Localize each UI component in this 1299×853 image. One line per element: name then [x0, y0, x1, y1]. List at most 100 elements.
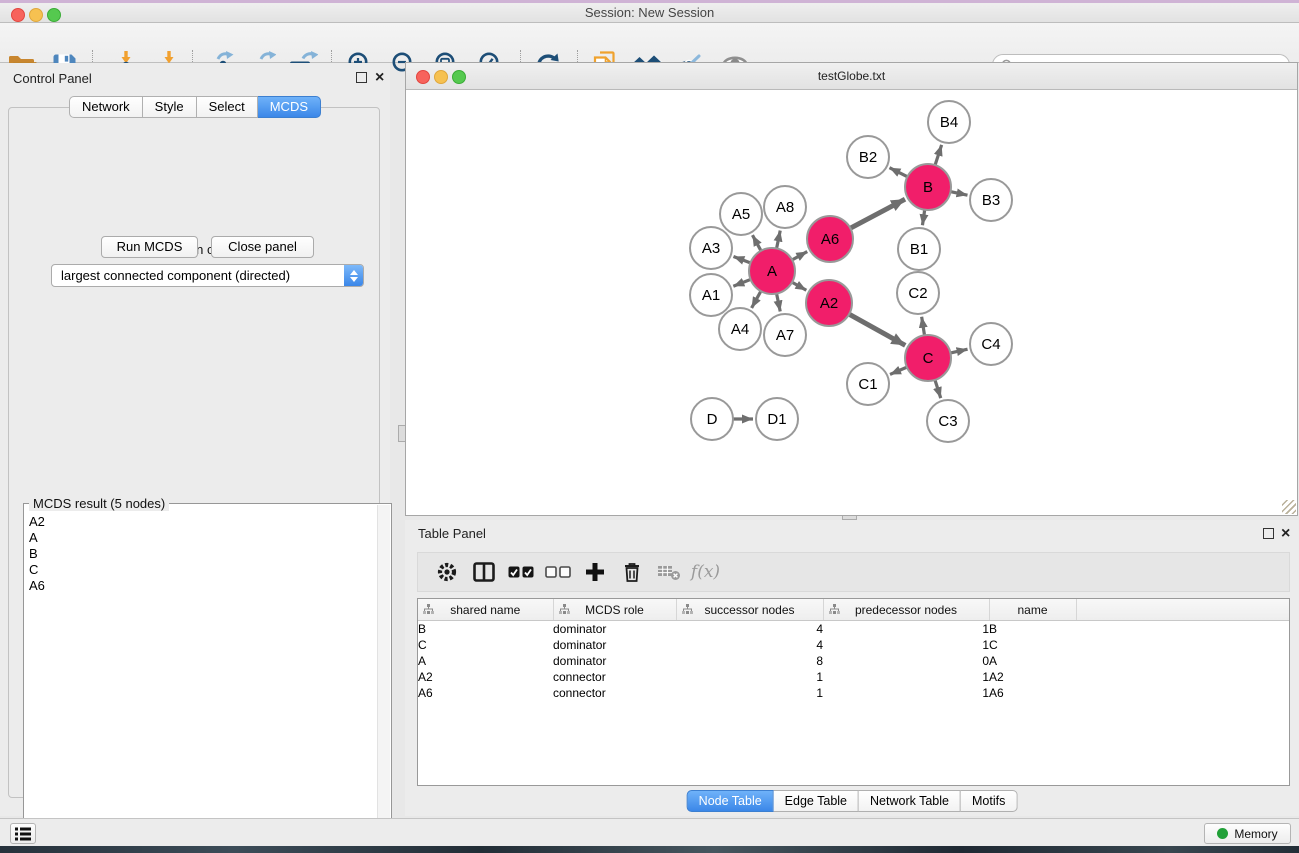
- node-D[interactable]: D: [691, 398, 733, 440]
- main-toolbar: [0, 23, 1299, 63]
- tab-edge-table[interactable]: Edge Table: [774, 790, 859, 812]
- node-C4[interactable]: C4: [970, 323, 1012, 365]
- control-panel-tabs: NetworkStyleSelectMCDS: [69, 96, 321, 118]
- svg-text:A: A: [767, 263, 777, 280]
- list-icon: [14, 826, 32, 842]
- column-type-icon: [682, 604, 693, 618]
- network-view-window[interactable]: testGlobe.txt A A1 A2 A3 A4 A5 A6 A7 A8 B B1 B2 B3 B4…: [405, 62, 1298, 516]
- select-all-rows-icon[interactable]: [502, 566, 539, 579]
- deselect-all-rows-icon[interactable]: [539, 566, 576, 579]
- close-table-panel-icon[interactable]: ×: [1281, 528, 1290, 540]
- run-mcds-button[interactable]: Run MCDS: [101, 236, 198, 258]
- delete-rows-icon[interactable]: [613, 561, 650, 583]
- edge-A-A4: [752, 290, 762, 308]
- edge-A6-B: [849, 199, 905, 229]
- network-canvas[interactable]: A A1 A2 A3 A4 A5 A6 A7 A8 B B1 B2 B3 B4 C C1 C2 C3 C4 D D1: [406, 90, 1297, 515]
- memory-label: Memory: [1234, 827, 1277, 841]
- node-B[interactable]: B: [905, 164, 951, 210]
- edge-A-A2: [791, 282, 806, 291]
- mcds-result-item[interactable]: C: [29, 562, 377, 578]
- float-table-panel-icon[interactable]: [1263, 528, 1274, 539]
- tab-style[interactable]: Style: [143, 96, 197, 118]
- column-type-icon: [423, 604, 434, 618]
- table-settings-icon[interactable]: [428, 561, 465, 583]
- float-panel-icon[interactable]: [356, 72, 367, 83]
- control-panel: Control Panel × Optimization criterion: …: [0, 63, 390, 816]
- node-A1[interactable]: A1: [690, 274, 732, 316]
- table-row[interactable]: A6connector11A6: [418, 685, 1289, 701]
- edge-C-C2: [922, 317, 925, 337]
- svg-text:D: D: [707, 411, 718, 428]
- add-row-icon[interactable]: [576, 562, 613, 582]
- node-A6[interactable]: A6: [807, 216, 853, 262]
- close-panel-icon[interactable]: ×: [375, 72, 384, 84]
- svg-text:C4: C4: [981, 336, 1000, 353]
- node-A5[interactable]: A5: [720, 193, 762, 235]
- tab-network[interactable]: Network: [69, 96, 143, 118]
- tab-motifs[interactable]: Motifs: [961, 790, 1017, 812]
- node-A3[interactable]: A3: [690, 227, 732, 269]
- tab-node-table[interactable]: Node Table: [687, 790, 774, 812]
- node-C[interactable]: C: [905, 335, 951, 381]
- svg-text:B3: B3: [982, 192, 1000, 209]
- edge-C-C4: [949, 349, 967, 353]
- node-B4[interactable]: B4: [928, 101, 970, 143]
- node-C2[interactable]: C2: [897, 272, 939, 314]
- svg-text:A3: A3: [702, 240, 720, 257]
- svg-text:A4: A4: [731, 321, 749, 338]
- main-titlebar[interactable]: Session: New Session: [0, 3, 1299, 23]
- column-header-successor-nodes[interactable]: successor nodes: [676, 599, 823, 621]
- tab-network-table[interactable]: Network Table: [859, 790, 961, 812]
- memory-button[interactable]: Memory: [1204, 823, 1291, 844]
- edge-B-B3: [950, 191, 968, 195]
- column-type-icon: [559, 604, 570, 618]
- mcds-result-scrollbar[interactable]: [377, 505, 390, 844]
- mcds-result-item[interactable]: A6: [29, 578, 377, 594]
- node-C3[interactable]: C3: [927, 400, 969, 442]
- tab-select[interactable]: Select: [197, 96, 258, 118]
- svg-text:B: B: [923, 179, 933, 196]
- network-graph[interactable]: A A1 A2 A3 A4 A5 A6 A7 A8 B B1 B2 B3 B4 C C1 C2 C3 C4 D D1: [406, 90, 1297, 516]
- criterion-select[interactable]: largest connected component (directed): [51, 264, 364, 287]
- column-header-name[interactable]: name: [989, 599, 1076, 621]
- table-row[interactable]: Bdominator41B: [418, 621, 1289, 638]
- status-bar: Memory: [0, 818, 1299, 846]
- mcds-result-item[interactable]: A2: [29, 514, 377, 530]
- tab-mcds[interactable]: MCDS: [258, 96, 321, 118]
- column-header-shared-name[interactable]: shared name: [418, 599, 553, 621]
- function-builder-icon: f(x): [687, 562, 724, 582]
- close-panel-button[interactable]: Close panel: [211, 236, 314, 258]
- node-C1[interactable]: C1: [847, 363, 889, 405]
- show-panels-list-button[interactable]: [10, 823, 36, 844]
- svg-text:A6: A6: [821, 231, 839, 248]
- edge-B-B2: [889, 168, 908, 177]
- node-A7[interactable]: A7: [764, 314, 806, 356]
- node-A4[interactable]: A4: [719, 308, 761, 350]
- show-columns-icon[interactable]: [465, 562, 502, 582]
- node-D1[interactable]: D1: [756, 398, 798, 440]
- memory-status-icon: [1217, 828, 1228, 839]
- node-B3[interactable]: B3: [970, 179, 1012, 221]
- table-row[interactable]: A2connector11A2: [418, 669, 1289, 685]
- node-A2[interactable]: A2: [806, 280, 852, 326]
- svg-text:C: C: [923, 350, 934, 367]
- mcds-result-item[interactable]: A: [29, 530, 377, 546]
- mcds-result-item[interactable]: B: [29, 546, 377, 562]
- mcds-result-box: MCDS result (5 nodes) A2ABCA6: [23, 503, 392, 846]
- edge-C-C3: [935, 379, 941, 398]
- node-A8[interactable]: A8: [764, 186, 806, 228]
- node-A[interactable]: A: [749, 248, 795, 294]
- column-header-mcds-role[interactable]: MCDS role: [553, 599, 676, 621]
- table-row[interactable]: Adominator80A: [418, 653, 1289, 669]
- edge-B-B1: [922, 209, 924, 225]
- node-table[interactable]: shared nameMCDS rolesuccessor nodesprede…: [417, 598, 1290, 786]
- node-B2[interactable]: B2: [847, 136, 889, 178]
- table-toolbar: f(x): [417, 552, 1290, 592]
- svg-text:C1: C1: [858, 376, 877, 393]
- table-row[interactable]: Cdominator41C: [418, 637, 1289, 653]
- mcds-result-list: A2ABCA6: [25, 514, 377, 844]
- resize-grip-icon[interactable]: [1282, 500, 1296, 514]
- node-B1[interactable]: B1: [898, 228, 940, 270]
- network-window-titlebar[interactable]: testGlobe.txt: [406, 63, 1297, 90]
- column-header-predecessor-nodes[interactable]: predecessor nodes: [823, 599, 989, 621]
